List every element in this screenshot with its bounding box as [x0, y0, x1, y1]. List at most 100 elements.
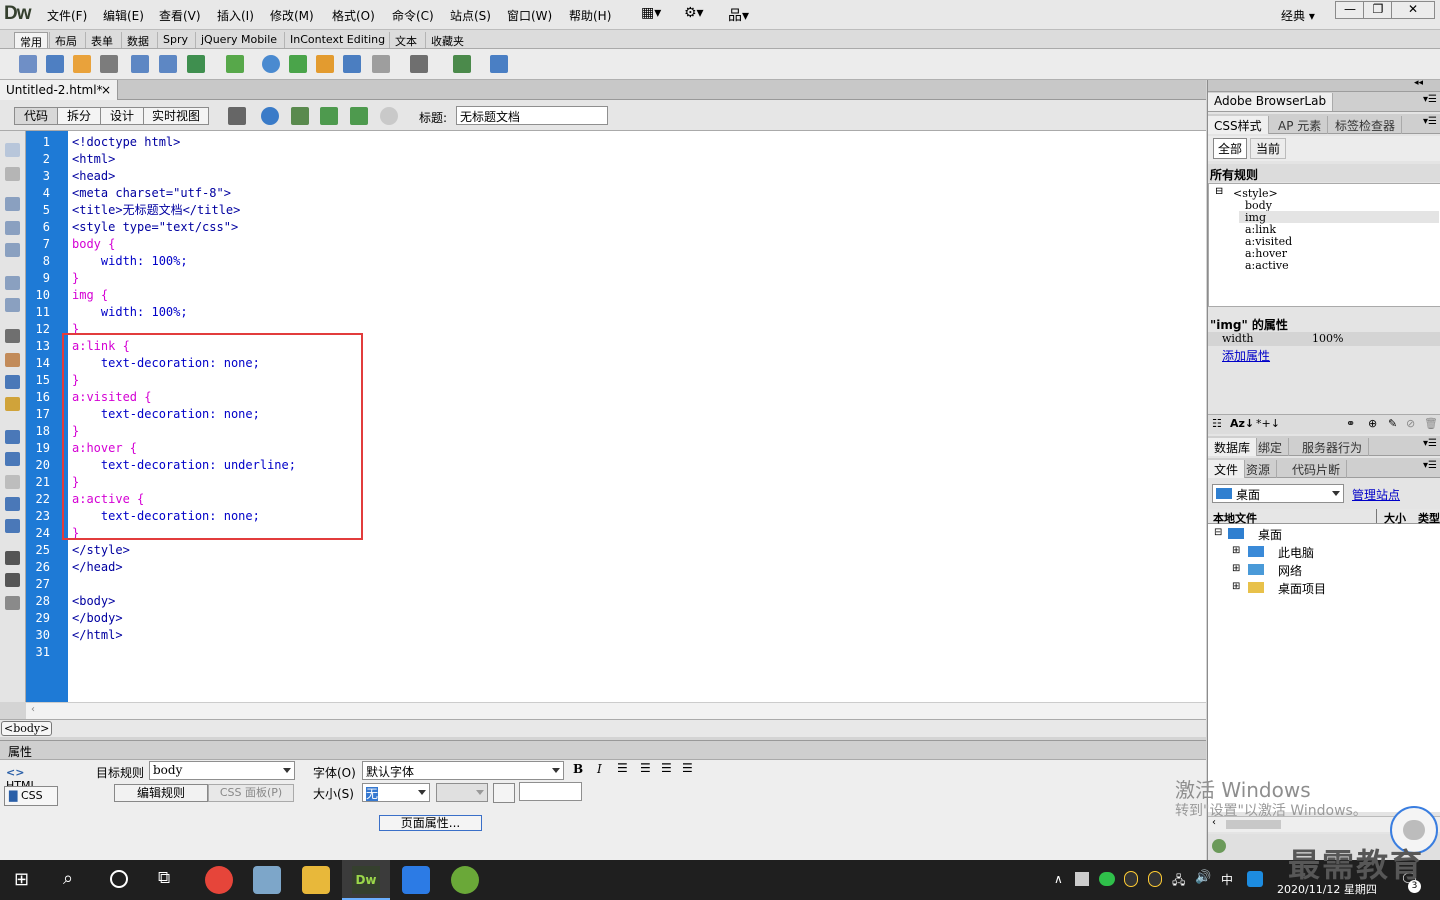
remove-comment-icon[interactable]: [5, 452, 20, 466]
server-behaviors-tab[interactable]: 服务器行为: [1296, 438, 1370, 456]
task-view-icon[interactable]: ⧉: [158, 868, 170, 888]
insert-tab-common[interactable]: 常用: [14, 32, 48, 49]
apply-comment-icon[interactable]: [5, 430, 20, 444]
wrap-tag-icon[interactable]: [5, 475, 20, 489]
close-icon[interactable]: ×: [101, 83, 111, 97]
horizontal-rule-icon[interactable]: [100, 55, 118, 73]
date-icon[interactable]: [262, 55, 280, 73]
current-mode-button[interactable]: 当前: [1250, 138, 1287, 159]
edit-rule-icon[interactable]: ✎: [1388, 417, 1397, 430]
scroll-left-icon[interactable]: ‹: [31, 704, 35, 715]
image-icon[interactable]: [187, 55, 205, 73]
chevron-up-icon[interactable]: ∧: [1054, 872, 1063, 886]
collapse-toggle[interactable]: ⊟: [1215, 186, 1223, 197]
insert-tab-forms[interactable]: 表单: [85, 32, 118, 48]
line-numbers-icon[interactable]: [5, 329, 20, 343]
page-properties-button[interactable]: 页面属性...: [379, 815, 482, 831]
ap-elements-tab[interactable]: AP 元素: [1272, 116, 1329, 134]
panel-menu-icon[interactable]: ▾☰: [1423, 438, 1437, 449]
delete-icon[interactable]: 🗑: [1424, 417, 1438, 430]
all-mode-button[interactable]: 全部: [1213, 138, 1248, 159]
refresh-icon[interactable]: [380, 107, 398, 125]
outdent-icon[interactable]: [5, 573, 20, 587]
insert-tab-data[interactable]: 数据: [121, 32, 154, 48]
menu-insert[interactable]: 插入(I): [217, 7, 254, 24]
collapse-tag-icon[interactable]: [5, 197, 20, 211]
edit-rule-button[interactable]: 编辑规则: [114, 784, 208, 802]
size-select[interactable]: 无: [362, 783, 430, 802]
browserlab-icon[interactable]: [490, 55, 508, 73]
tag-selector-body[interactable]: <body>: [1, 721, 53, 736]
tray-q-icon[interactable]: [1247, 871, 1263, 887]
color-picker[interactable]: [493, 783, 515, 803]
html-mode-button[interactable]: <> HTML: [6, 766, 56, 792]
templates-icon[interactable]: [410, 55, 428, 73]
collapse-toggle[interactable]: ⊟: [1214, 527, 1222, 538]
expand-toggle[interactable]: ⊞: [1232, 581, 1240, 592]
menu-modify[interactable]: 修改(M): [270, 7, 314, 24]
new-rule-icon[interactable]: ⊕: [1368, 417, 1377, 430]
title-input[interactable]: 无标题文档: [456, 106, 608, 125]
insert-tab-text[interactable]: 文本: [389, 32, 422, 48]
alpha-view-icon[interactable]: Az↓: [1230, 417, 1254, 430]
indent-icon[interactable]: [5, 551, 20, 565]
code-view-button[interactable]: 代码: [14, 107, 58, 125]
preview-browser-icon[interactable]: [261, 107, 279, 125]
script-icon[interactable]: [372, 55, 390, 73]
menu-file[interactable]: 文件(F): [47, 7, 87, 24]
target-rule-select[interactable]: body: [149, 761, 295, 780]
show-code-navigator-icon[interactable]: [5, 167, 20, 181]
disable-icon[interactable]: ⊘: [1406, 417, 1415, 430]
horizontal-scrollbar[interactable]: ‹: [26, 702, 1206, 719]
file-explorer-icon[interactable]: [302, 866, 330, 894]
validate-icon[interactable]: [350, 107, 368, 125]
collapse-icon[interactable]: ◂◂: [1414, 78, 1423, 88]
chrome-icon[interactable]: [205, 866, 233, 894]
panel-menu-icon[interactable]: ▾☰: [1423, 94, 1437, 105]
rule-a-active[interactable]: a:active: [1245, 259, 1289, 272]
expand-toggle[interactable]: ⊞: [1232, 545, 1240, 556]
panel-collapse-strip[interactable]: ◂◂: [1208, 78, 1440, 92]
databases-tab[interactable]: 数据库: [1208, 438, 1258, 456]
table-icon[interactable]: [131, 55, 149, 73]
dreamweaver-taskbar-item[interactable]: Dw: [342, 860, 390, 900]
panel-menu-icon[interactable]: ▾☰: [1423, 460, 1437, 471]
qq-icon[interactable]: [1148, 871, 1162, 887]
color-input[interactable]: [519, 782, 582, 801]
file-item-desktop[interactable]: 桌面: [1258, 526, 1282, 543]
font-select[interactable]: 默认字体: [362, 761, 564, 780]
css-styles-tab[interactable]: CSS样式: [1208, 116, 1269, 134]
gear-icon[interactable]: ⚙▾: [684, 5, 704, 21]
document-tab[interactable]: Untitled-2.html* ×: [0, 80, 118, 100]
justify-icon[interactable]: ☰: [682, 761, 693, 775]
tag-inspector-tab[interactable]: 标签检查器: [1329, 116, 1403, 134]
wechat-icon[interactable]: [1099, 872, 1115, 886]
collapse-selection-icon[interactable]: [5, 221, 20, 235]
minimize-button[interactable]: —: [1335, 1, 1365, 19]
italic-button[interactable]: I: [597, 762, 602, 776]
menu-view[interactable]: 查看(V): [159, 7, 201, 24]
head-icon[interactable]: [343, 55, 361, 73]
menu-commands[interactable]: 命令(C): [392, 7, 434, 24]
menu-format[interactable]: 格式(O): [332, 7, 375, 24]
css-mode-button[interactable]: ▇ CSS: [4, 786, 58, 806]
menu-window[interactable]: 窗口(W): [507, 7, 552, 24]
site-structure-icon[interactable]: 品▾: [728, 5, 749, 25]
align-right-icon[interactable]: ☰: [661, 761, 672, 775]
property-row[interactable]: width 100%: [1208, 332, 1440, 346]
align-left-icon[interactable]: ☰: [617, 761, 628, 775]
split-view-button[interactable]: 拆分: [57, 107, 101, 125]
close-window-button[interactable]: ✕: [1391, 1, 1435, 19]
insert-tab-jquery-mobile[interactable]: jQuery Mobile: [195, 32, 282, 48]
format-source-icon[interactable]: [5, 596, 20, 610]
tray-app-icon[interactable]: [1075, 872, 1089, 886]
category-view-icon[interactable]: ☷: [1212, 417, 1222, 430]
div-icon[interactable]: [159, 55, 177, 73]
multiscreen-icon[interactable]: [228, 107, 246, 125]
highlight-invalid-icon[interactable]: [5, 353, 20, 367]
scroll-thumb[interactable]: [1226, 820, 1281, 829]
insert-tab-incontext[interactable]: InContext Editing: [284, 32, 390, 48]
browserlab-tab[interactable]: Adobe BrowserLab: [1208, 93, 1334, 111]
tag-chooser-icon[interactable]: [453, 55, 471, 73]
expand-toggle[interactable]: ⊞: [1232, 563, 1240, 574]
